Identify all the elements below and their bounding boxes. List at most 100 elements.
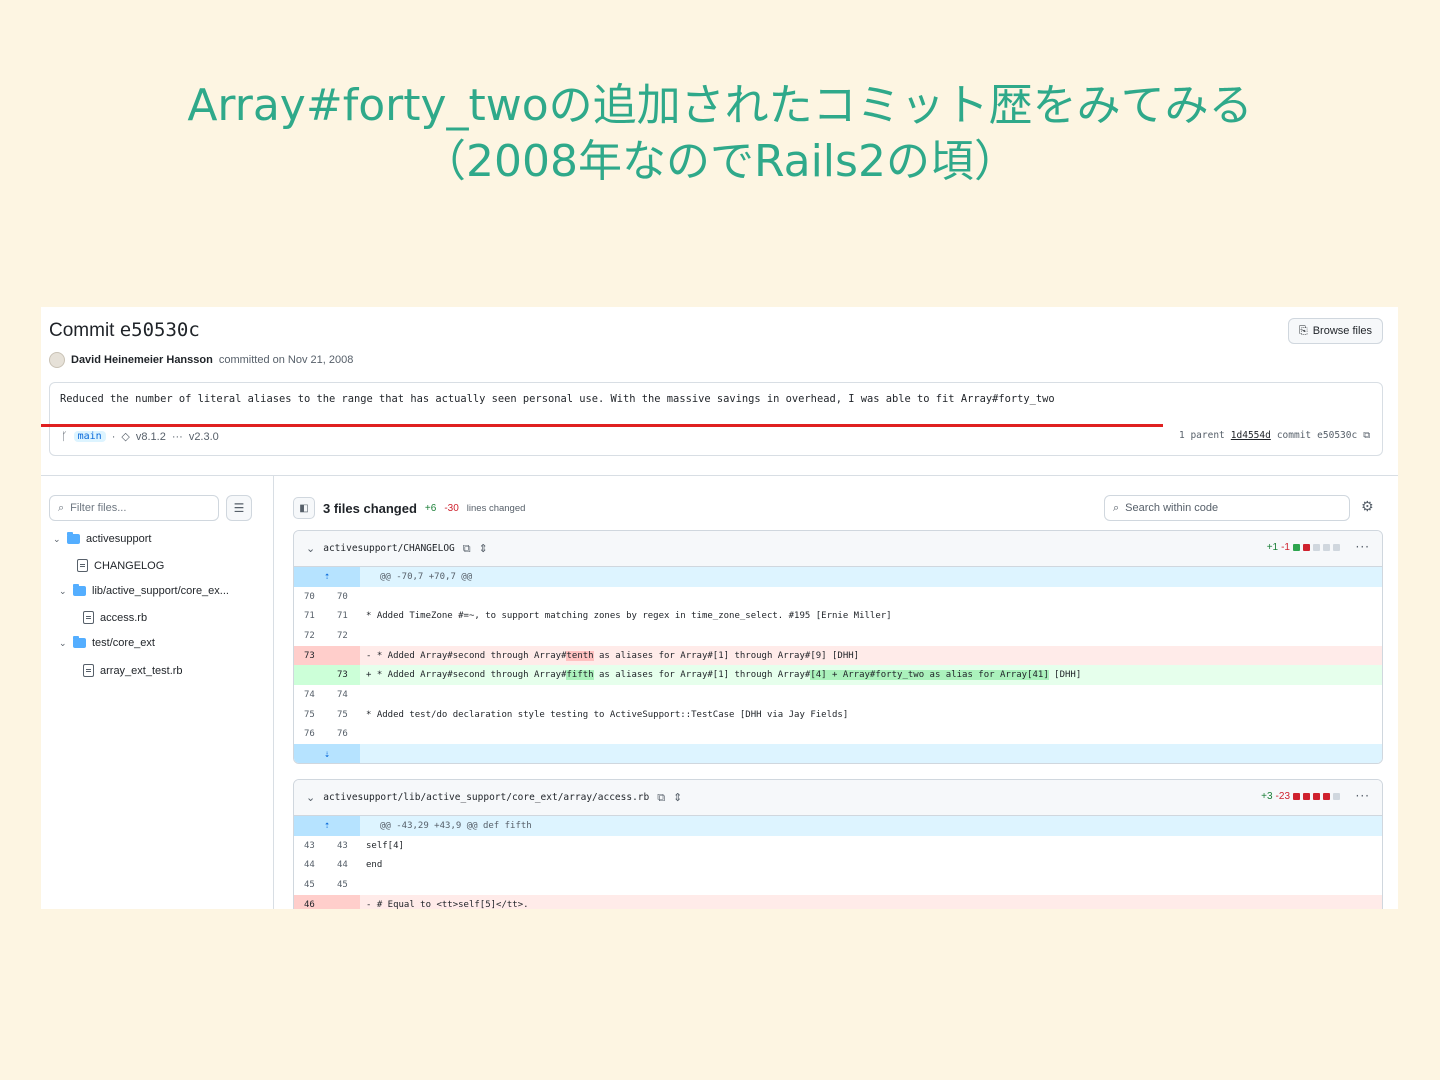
- filter-files-input[interactable]: ⌕ Filter files...: [49, 495, 219, 521]
- stat-square: [1313, 793, 1320, 800]
- filter-button[interactable]: ☰: [226, 495, 252, 521]
- tag-from[interactable]: v8.1.2: [136, 431, 166, 443]
- diff-row: 70 70: [294, 587, 1382, 607]
- line-num-old[interactable]: 74: [294, 690, 327, 700]
- commit-message-box: Reduced the number of literal aliases to…: [49, 382, 1383, 456]
- deleted-row: 46 - # Equal to <tt>self[5]</tt>.: [294, 894, 1382, 909]
- line-num-old[interactable]: 73: [294, 645, 360, 666]
- line-num-new[interactable]: 73: [294, 665, 360, 686]
- parent-sha-link[interactable]: 1d4554d: [1231, 430, 1271, 441]
- line-num-new[interactable]: 70: [327, 592, 360, 602]
- browse-files-button[interactable]: ⎘ Browse files: [1287, 318, 1383, 344]
- copy-icon[interactable]: ⧉: [657, 791, 665, 805]
- stat-square: [1323, 793, 1330, 800]
- more-options-icon[interactable]: ···: [1356, 789, 1370, 803]
- expand-up-icon[interactable]: ⇡: [294, 816, 360, 836]
- deletions-count: -30: [444, 502, 459, 514]
- line-num-new[interactable]: 72: [327, 631, 360, 641]
- tree-label: array_ext_test.rb: [100, 664, 183, 677]
- gear-icon[interactable]: ⚙: [1361, 499, 1374, 515]
- sidebar-toggle-icon[interactable]: ◧: [293, 497, 315, 519]
- line-num-new[interactable]: 71: [327, 611, 360, 621]
- branch-tag[interactable]: main: [73, 431, 106, 442]
- tree-file-access[interactable]: access.rb: [83, 611, 147, 624]
- search-icon: ⌕: [1113, 501, 1120, 514]
- folder-icon: [73, 584, 86, 596]
- diff-file-header: ⌄ activesupport/lib/active_support/core_…: [294, 780, 1382, 816]
- stat-square: [1293, 793, 1300, 800]
- line-num-new[interactable]: 45: [327, 880, 360, 890]
- slide-title-line2: （2008年なのでRails2の頃）: [422, 136, 1018, 187]
- line-num-old[interactable]: 72: [294, 631, 327, 641]
- parent-row: 1 parent 1d4554d commit e50530c ⧉: [1179, 430, 1370, 441]
- chevron-down-icon: ⌄: [53, 533, 61, 544]
- expand-icon[interactable]: ⇕: [479, 542, 488, 555]
- line-num-old[interactable]: 71: [294, 611, 327, 621]
- diff-row: 44 44 end: [294, 855, 1382, 875]
- expand-down-icon[interactable]: ⇣: [294, 744, 360, 763]
- line-num-old[interactable]: 45: [294, 880, 327, 890]
- additions-count: +6: [424, 502, 437, 514]
- commit-sha: e50530c: [119, 319, 200, 341]
- tag-icon: ◇: [121, 431, 130, 443]
- files-changed-header: ◧ 3 files changed +6 -30 lines changed: [293, 497, 525, 519]
- line-num-old[interactable]: 75: [294, 710, 327, 720]
- stat-square: [1333, 544, 1340, 551]
- code-segment: as aliases for Array#[1] through Array#: [593, 670, 811, 681]
- branch-row: ᚴ main · ◇ v8.1.2 ··· v2.3.0: [61, 430, 219, 444]
- line-num-new[interactable]: 75: [327, 710, 360, 720]
- chevron-down-icon: ⌄: [59, 637, 67, 648]
- hunk-header-row: ⇡ @@ -70,7 +70,7 @@: [294, 567, 1382, 587]
- tree-folder-test-core-ext[interactable]: ⌄ test/core_ext: [59, 636, 155, 649]
- slide-title-line1: Array#forty_twoの追加されたコミット歴をみてみる: [187, 80, 1253, 131]
- code-line: - * Added Array#second through Array#ten…: [360, 650, 859, 661]
- commit-full-sha: e50530c: [1317, 430, 1358, 441]
- line-num-new[interactable]: 43: [327, 841, 360, 851]
- line-num-old[interactable]: 44: [294, 860, 327, 870]
- parent-label: 1 parent: [1179, 430, 1225, 441]
- code-segment: + * Added Array#second through Array#: [366, 670, 567, 681]
- tree-folder-core-ext[interactable]: ⌄ lib/active_support/core_ex...: [59, 584, 229, 597]
- copy-icon[interactable]: ⧉: [463, 542, 471, 556]
- author-name[interactable]: David Heinemeier Hansson: [71, 354, 213, 366]
- commit-title: Commit e50530c: [49, 319, 200, 342]
- code-highlight-add: [4] + Array#forty_two as alias for Array…: [810, 670, 1049, 681]
- line-num-old[interactable]: 43: [294, 841, 327, 851]
- stat-square: [1333, 793, 1340, 800]
- filter-placeholder: Filter files...: [70, 502, 127, 514]
- expand-up-icon[interactable]: ⇡: [294, 567, 360, 587]
- files-changed-count: 3 files changed: [323, 500, 417, 516]
- line-num-old[interactable]: 70: [294, 592, 327, 602]
- line-num-new[interactable]: 44: [327, 860, 360, 870]
- line-num-old[interactable]: 76: [294, 729, 327, 739]
- line-num-old[interactable]: 46: [294, 894, 360, 909]
- commit-label: Commit: [49, 320, 115, 341]
- file-icon: [83, 611, 94, 624]
- line-num-new[interactable]: 74: [327, 690, 360, 700]
- divider: [41, 475, 1398, 476]
- branch-icon: ᚴ: [61, 430, 68, 443]
- diff-stat-del: -1: [1281, 542, 1290, 553]
- diff-stats: +1 -1: [1267, 542, 1340, 553]
- tag-to[interactable]: v2.3.0: [189, 431, 219, 443]
- tree-folder-activesupport[interactable]: ⌄ activesupport: [53, 532, 151, 545]
- avatar[interactable]: [49, 352, 65, 368]
- committed-date: committed on Nov 21, 2008: [218, 354, 354, 366]
- expand-icon[interactable]: ⇕: [673, 791, 682, 804]
- chevron-down-icon[interactable]: ⌄: [306, 791, 315, 804]
- diff-file-path[interactable]: activesupport/lib/active_support/core_ex…: [323, 792, 649, 803]
- file-browse-icon: ⎘: [1298, 325, 1308, 337]
- diff-file-path[interactable]: activesupport/CHANGELOG: [323, 543, 455, 554]
- tree-file-changelog[interactable]: CHANGELOG: [77, 559, 164, 572]
- sidebar-border: [273, 475, 274, 909]
- tree-file-array-ext-test[interactable]: array_ext_test.rb: [83, 664, 183, 677]
- search-within-code-input[interactable]: ⌕ Search within code: [1104, 495, 1350, 521]
- diff-row: 72 72: [294, 626, 1382, 646]
- copy-icon[interactable]: ⧉: [1363, 430, 1370, 441]
- tag-ellipsis: ···: [171, 430, 183, 443]
- line-num-new[interactable]: 76: [327, 729, 360, 739]
- diff-row: 74 74: [294, 685, 1382, 705]
- chevron-down-icon[interactable]: ⌄: [306, 542, 315, 555]
- more-options-icon[interactable]: ···: [1356, 540, 1370, 554]
- hunk-header: @@ -70,7 +70,7 @@: [380, 571, 473, 582]
